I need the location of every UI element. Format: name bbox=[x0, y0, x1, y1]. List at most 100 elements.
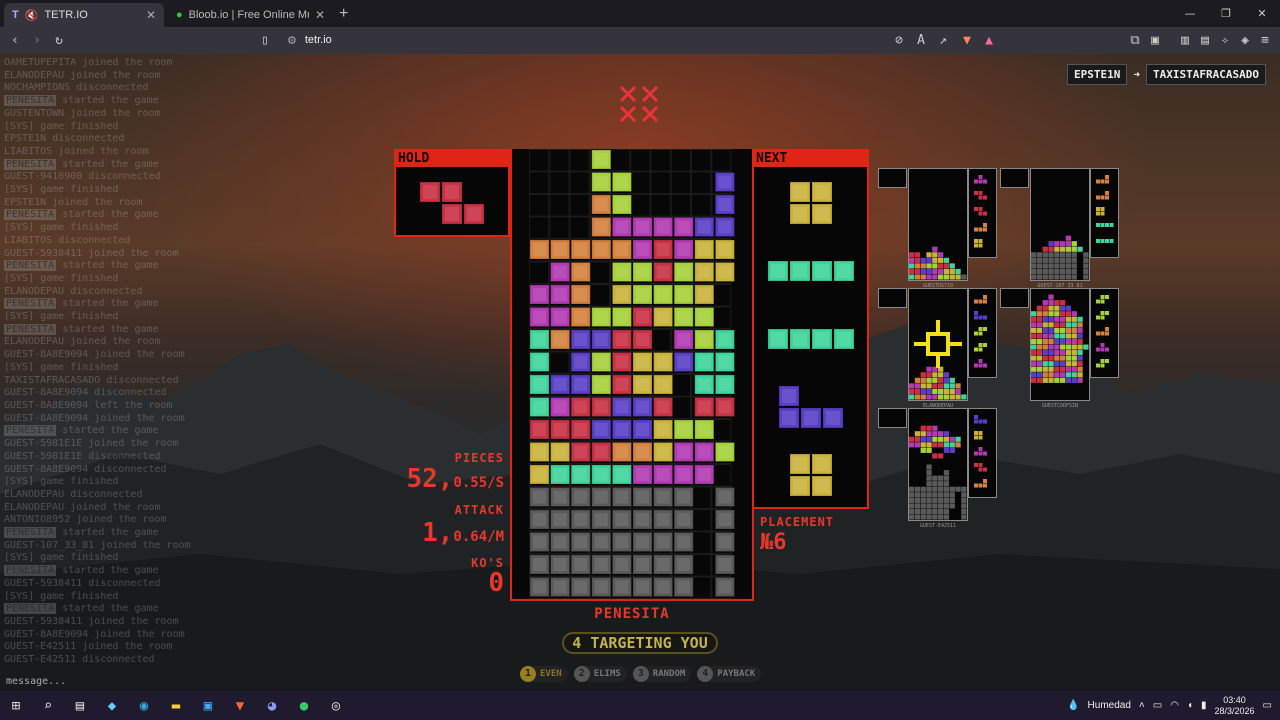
mic-icon[interactable]: ▮ bbox=[1201, 700, 1207, 711]
opponent-queue-mino bbox=[974, 299, 978, 304]
chat-line: ELANODEPAU joined the room bbox=[4, 336, 204, 349]
minimize-icon[interactable]: — bbox=[1172, 0, 1208, 27]
chat-log: OAMETUPEPITA joined the room ELANODEPAU j… bbox=[4, 57, 204, 667]
forward-icon[interactable]: › bbox=[26, 30, 48, 52]
discord-icon[interactable]: ◕ bbox=[256, 691, 288, 720]
opponent-hold bbox=[1000, 168, 1029, 188]
opponent-queue-mino bbox=[978, 419, 983, 424]
chat-text: EPSTE1N joined the room bbox=[4, 196, 143, 208]
extensions-icon[interactable]: ⧉ bbox=[1124, 30, 1146, 52]
opponent-queue-mino bbox=[1100, 223, 1105, 227]
weather-text[interactable]: Humedad bbox=[1088, 700, 1131, 711]
reload-icon[interactable]: ↻ bbox=[48, 30, 70, 52]
menu-icon[interactable]: ≡ bbox=[1254, 30, 1276, 52]
wallet-icon[interactable]: ▤ bbox=[1194, 30, 1216, 52]
opponent-queue-mino bbox=[1105, 223, 1109, 227]
opponent-mino bbox=[938, 508, 944, 514]
opponent-queue-mino bbox=[1096, 211, 1100, 216]
opponent-mino bbox=[1083, 263, 1089, 269]
app-icon[interactable]: ◎ bbox=[320, 691, 352, 720]
opponent-mino bbox=[914, 257, 921, 263]
media-icon[interactable]: ▣ bbox=[1144, 30, 1166, 52]
close-tab-icon[interactable]: ✕ bbox=[146, 8, 156, 22]
opponent-board[interactable] bbox=[1030, 288, 1090, 401]
opponent-mino bbox=[1060, 311, 1066, 317]
opponent-mino bbox=[1077, 366, 1083, 372]
brave-shields-icon[interactable]: ▼ bbox=[956, 30, 978, 52]
edge-icon[interactable]: ◉ bbox=[128, 691, 160, 720]
mino-highlight bbox=[697, 310, 711, 324]
opponent-mino bbox=[1083, 252, 1089, 258]
opponent-mino bbox=[1071, 333, 1077, 339]
brave-icon[interactable]: ▼ bbox=[224, 691, 256, 720]
maximize-icon[interactable]: ❐ bbox=[1208, 0, 1244, 27]
sidebar-icon[interactable]: ▥ bbox=[1174, 30, 1196, 52]
chat-text: ELANODEPAU disconnected bbox=[4, 488, 143, 500]
opponent-queue-mino bbox=[1105, 239, 1109, 243]
opponent-mino bbox=[932, 274, 938, 280]
translate-icon[interactable]: A bbox=[910, 30, 932, 52]
mino-highlight bbox=[636, 400, 649, 414]
back-icon[interactable]: ‹ bbox=[4, 30, 26, 52]
opponent-board[interactable] bbox=[1030, 168, 1090, 281]
file-explorer-icon[interactable]: ▬ bbox=[160, 691, 192, 720]
chat-input[interactable]: message... bbox=[6, 676, 66, 687]
new-tab-icon[interactable]: + bbox=[339, 5, 348, 23]
strategy-random[interactable]: 3 RANDOM bbox=[632, 666, 692, 682]
chat-text: GUEST-8A8E9094 joined the room bbox=[4, 628, 185, 640]
tab-bloob[interactable]: ● Bloob.io | Free Online Multiplayer Ga … bbox=[168, 3, 333, 27]
opponent-mino bbox=[1077, 338, 1083, 345]
grid-cell bbox=[589, 261, 610, 284]
chevron-up-icon[interactable]: ˄ bbox=[1139, 700, 1145, 711]
search-icon[interactable]: ⌕ bbox=[32, 691, 64, 720]
mino-highlight bbox=[697, 243, 711, 256]
opponent-queue-mino bbox=[983, 363, 987, 368]
opponent-board[interactable] bbox=[908, 408, 968, 521]
clock-time: 03:40 bbox=[1223, 694, 1246, 705]
opponent-mino bbox=[932, 492, 938, 498]
chat-line: GUEST-5938411 joined the room bbox=[4, 248, 204, 261]
opponent-queue-mino bbox=[1100, 239, 1105, 243]
share-icon[interactable]: ↗ bbox=[932, 30, 954, 52]
clock[interactable]: 03:40 28/3/2026 bbox=[1215, 695, 1255, 717]
mino-highlight bbox=[594, 423, 608, 436]
store-icon[interactable]: ▣ bbox=[192, 691, 224, 720]
opponent-mino bbox=[938, 486, 944, 492]
opponent-mino bbox=[1060, 300, 1066, 306]
volume-icon[interactable]: ◖ bbox=[1187, 700, 1193, 711]
network-icon[interactable]: ▭ bbox=[1153, 700, 1162, 711]
strategy-even[interactable]: 1 EVEN bbox=[520, 666, 568, 682]
grid-cell bbox=[711, 464, 732, 487]
close-window-icon[interactable]: ✕ bbox=[1244, 0, 1280, 27]
site-info-icon[interactable]: ⚙ bbox=[287, 34, 297, 47]
opponent-mino bbox=[1071, 241, 1077, 247]
tab-tetrio[interactable]: T 🔇 TETR.IO ✕ bbox=[4, 3, 164, 27]
spotify-icon[interactable]: ● bbox=[288, 691, 320, 720]
strategy-elims[interactable]: 2 ELIMS bbox=[573, 666, 627, 682]
mute-icon[interactable]: 🔇 bbox=[25, 9, 39, 22]
vpn-icon[interactable]: ◈ bbox=[1234, 30, 1256, 52]
chat-text: [SYS] game finished bbox=[4, 184, 119, 196]
mino-highlight bbox=[594, 175, 608, 189]
opponent-board[interactable] bbox=[908, 168, 968, 281]
strategy-payback[interactable]: 4 PAYBACK bbox=[697, 666, 762, 682]
chat-text: OAMETUPEPITA joined the room bbox=[4, 57, 173, 68]
leo-icon[interactable]: ✧ bbox=[1214, 30, 1236, 52]
brave-rewards-icon[interactable]: ▲ bbox=[978, 30, 1000, 52]
grid-cell bbox=[589, 284, 610, 307]
tracking-icon[interactable]: ⊘ bbox=[888, 30, 910, 52]
task-view-icon[interactable]: ▤ bbox=[64, 691, 96, 720]
opponent-mino bbox=[943, 442, 950, 448]
close-tab-icon[interactable]: ✕ bbox=[315, 8, 325, 22]
notification-icon[interactable]: ▭ bbox=[1263, 700, 1272, 711]
opponent-mino bbox=[1036, 263, 1043, 269]
windows-start-icon[interactable]: ⊞ bbox=[0, 691, 32, 720]
opponent-mino bbox=[932, 475, 938, 481]
wifi-icon[interactable]: ◠ bbox=[1170, 700, 1179, 711]
copilot-icon[interactable]: ◆ bbox=[96, 691, 128, 720]
opponent-mino bbox=[1031, 350, 1037, 356]
mino-highlight bbox=[533, 513, 546, 526]
weather-icon[interactable]: 💧 bbox=[1067, 700, 1079, 711]
bookmark-icon[interactable]: ▯ bbox=[254, 30, 276, 52]
opponent-mino bbox=[1048, 372, 1054, 378]
